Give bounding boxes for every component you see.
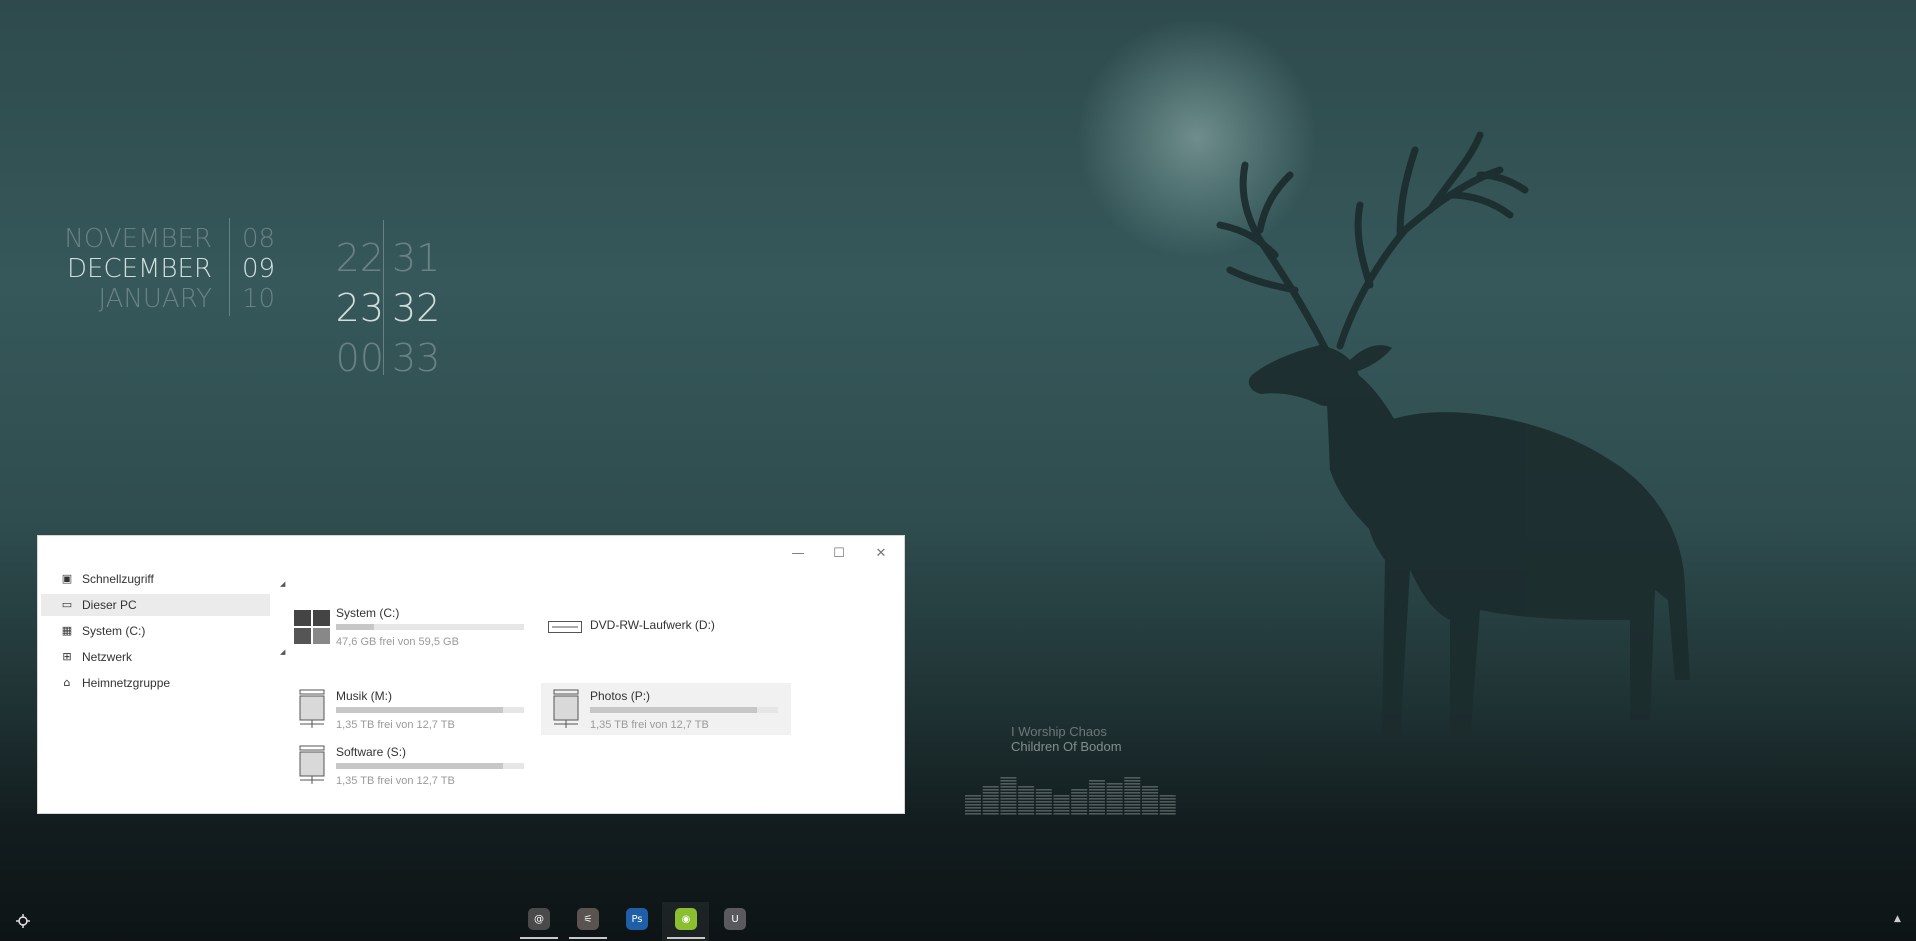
hard-drive-icon: [553, 689, 579, 728]
visualizer-bar: [982, 786, 999, 815]
minute-prev: 31: [392, 236, 441, 280]
nav-item-quick-access[interactable]: ▣ Schnellzugriff: [41, 568, 270, 590]
drive-usage-fill: [336, 624, 374, 630]
homegroup-icon: ⌂: [63, 676, 71, 689]
drive-usage-bar: [590, 707, 778, 713]
nav-item-label: System (C:): [82, 624, 146, 638]
day-prev: 08: [242, 224, 276, 254]
clock-hours: 22 23 00: [322, 233, 384, 383]
hour-current: 23: [335, 286, 384, 330]
dvd-drive-icon: [548, 621, 582, 633]
drive-usage-fill: [336, 763, 504, 769]
day-list: 08 09 10: [242, 224, 302, 314]
misc-app-icon[interactable]: U: [724, 908, 746, 930]
drive-free-space: 47,6 GB frei von 59,5 GB: [336, 636, 459, 648]
windows-drive-icon: [294, 610, 330, 644]
spotify-app-icon[interactable]: ◉: [675, 908, 697, 930]
nav-item-network[interactable]: ⊞ Netzwerk: [41, 646, 270, 668]
running-indicator: [569, 937, 607, 939]
nav-item-this-pc[interactable]: ▭ Dieser PC: [41, 594, 270, 616]
close-button[interactable]: ✕: [866, 544, 896, 564]
maximize-button[interactable]: ☐: [824, 544, 854, 564]
visualizer-bar: [1000, 777, 1017, 815]
month-prev: NOVEMBER: [64, 224, 212, 254]
drive-name: Musik (M:): [336, 689, 392, 703]
nav-item-label: Heimnetzgruppe: [82, 676, 171, 690]
drive-musik-m[interactable]: Musik (M:) 1,35 TB frei von 12,7 TB: [287, 683, 537, 735]
minute-current: 32: [392, 286, 441, 330]
drive-usage-fill: [336, 707, 504, 713]
drive-free-space: 1,35 TB frei von 12,7 TB: [336, 719, 455, 731]
track-title: I Worship Chaos: [1011, 724, 1107, 739]
visualizer-bar: [1071, 789, 1088, 815]
drive-dvd-d[interactable]: DVD-RW-Laufwerk (D:): [541, 600, 791, 652]
drive-photos-p[interactable]: Photos (P:) 1,35 TB frei von 12,7 TB: [541, 683, 791, 735]
file-explorer-window: — ☐ ✕ ▣ Schnellzugriff ▭ Dieser PC ▦ Sys…: [37, 535, 905, 814]
drive-usage-fill: [590, 707, 758, 713]
drive-name: System (C:): [336, 606, 400, 620]
network-icon: ⊞: [62, 650, 72, 663]
nav-item-label: Netzwerk: [82, 650, 133, 664]
visualizer-bar: [1018, 786, 1035, 815]
drive-usage-bar: [336, 763, 524, 769]
nav-item-label: Dieser PC: [82, 598, 137, 612]
hour-prev: 22: [335, 236, 384, 280]
visualizer-bar: [1053, 795, 1070, 815]
track-artist: Children Of Bodom: [1011, 739, 1122, 754]
visualizer-bar: [1159, 795, 1176, 815]
minute-next: 33: [392, 336, 441, 380]
drive-name: Software (S:): [336, 745, 407, 759]
visualizer-bar: [965, 795, 981, 815]
running-indicator: [667, 937, 705, 939]
day-next: 10: [242, 284, 276, 314]
mail-app-icon[interactable]: @: [528, 908, 550, 930]
hour-next: 00: [335, 336, 384, 380]
month-current: DECEMBER: [67, 254, 212, 284]
tray-up-arrow-icon[interactable]: ▲: [1894, 914, 1901, 924]
hard-drive-icon: [299, 745, 325, 784]
deer-wallpaper-image: [1216, 131, 1690, 740]
running-indicator: [520, 937, 558, 939]
settings-app-icon[interactable]: ⚟: [577, 908, 599, 930]
audio-visualizer: [965, 777, 1176, 815]
now-playing-widget: I Worship Chaos Children Of Bodom: [1011, 724, 1122, 754]
drive-system-c[interactable]: System (C:) 47,6 GB frei von 59,5 GB: [287, 600, 537, 652]
visualizer-bar: [1106, 783, 1123, 815]
collapse-arrow-icon[interactable]: ◢: [280, 580, 285, 588]
drive-name: Photos (P:): [590, 689, 651, 703]
nav-item-label: Schnellzugriff: [82, 572, 154, 586]
date-divider: [229, 218, 230, 316]
this-pc-icon: ▭: [61, 598, 73, 611]
clock-divider: [383, 220, 384, 375]
visualizer-bar: [1088, 780, 1105, 815]
drive-usage-bar: [336, 624, 524, 630]
start-crosshair-icon[interactable]: [16, 914, 30, 928]
minimize-button[interactable]: —: [783, 544, 813, 564]
drive-name: DVD-RW-Laufwerk (D:): [590, 618, 715, 632]
collapse-arrow-icon[interactable]: ◢: [280, 648, 285, 656]
drive-software-s[interactable]: Software (S:) 1,35 TB frei von 12,7 TB: [287, 739, 537, 791]
visualizer-bar: [1035, 789, 1052, 815]
windows-drive-icon: ▦: [61, 624, 73, 637]
nav-item-homegroup[interactable]: ⌂ Heimnetzgruppe: [41, 672, 270, 694]
quick-access-icon: ▣: [61, 572, 73, 585]
clock-minutes: 31 32 33: [392, 233, 452, 383]
month-list: NOVEMBER DECEMBER JANUARY: [60, 224, 212, 314]
drive-free-space: 1,35 TB frei von 12,7 TB: [590, 719, 709, 731]
visualizer-bar: [1124, 777, 1141, 815]
nav-item-system-c[interactable]: ▦ System (C:): [41, 620, 270, 642]
day-current: 09: [242, 254, 276, 284]
visualizer-bar: [1142, 786, 1158, 815]
drive-free-space: 1,35 TB frei von 12,7 TB: [336, 775, 455, 787]
month-next: JANUARY: [98, 284, 212, 314]
hard-drive-icon: [299, 689, 325, 728]
drive-usage-bar: [336, 707, 524, 713]
photoshop-app-icon[interactable]: Ps: [626, 908, 648, 930]
taskbar: [0, 896, 1916, 941]
